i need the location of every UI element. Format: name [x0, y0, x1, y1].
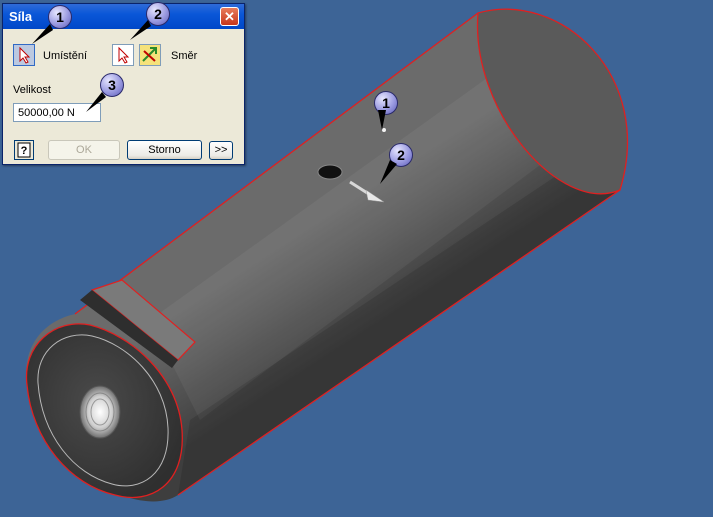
flip-direction-button[interactable] [139, 44, 161, 66]
close-icon: ✕ [224, 9, 235, 24]
cursor-arrow-icon [118, 46, 130, 64]
cross-hole[interactable] [317, 164, 343, 180]
direction-label: Směr [171, 50, 198, 62]
flip-direction-icon [142, 47, 157, 62]
cancel-button[interactable]: Storno [127, 140, 202, 160]
more-options-button[interactable]: >> [209, 141, 233, 160]
callout-size-pointer [86, 92, 106, 112]
placement-label: Umístění [43, 50, 88, 62]
size-label: Velikost [13, 84, 51, 96]
callout-direction-pointer [130, 20, 151, 40]
close-button[interactable]: ✕ [220, 7, 239, 26]
callout-placement-pointer [32, 24, 53, 44]
model-callout-2-pointer [380, 160, 397, 184]
direction-select-button[interactable] [112, 44, 134, 66]
help-icon: ? [17, 142, 31, 158]
ok-button[interactable]: OK [48, 140, 120, 160]
model-callout-1-pointer [378, 110, 386, 130]
dialog-title: Síla [9, 9, 33, 24]
cursor-arrow-icon [19, 46, 31, 64]
help-button[interactable]: ? [14, 140, 34, 160]
svg-text:?: ? [21, 145, 28, 157]
placement-select-button[interactable] [13, 44, 35, 66]
